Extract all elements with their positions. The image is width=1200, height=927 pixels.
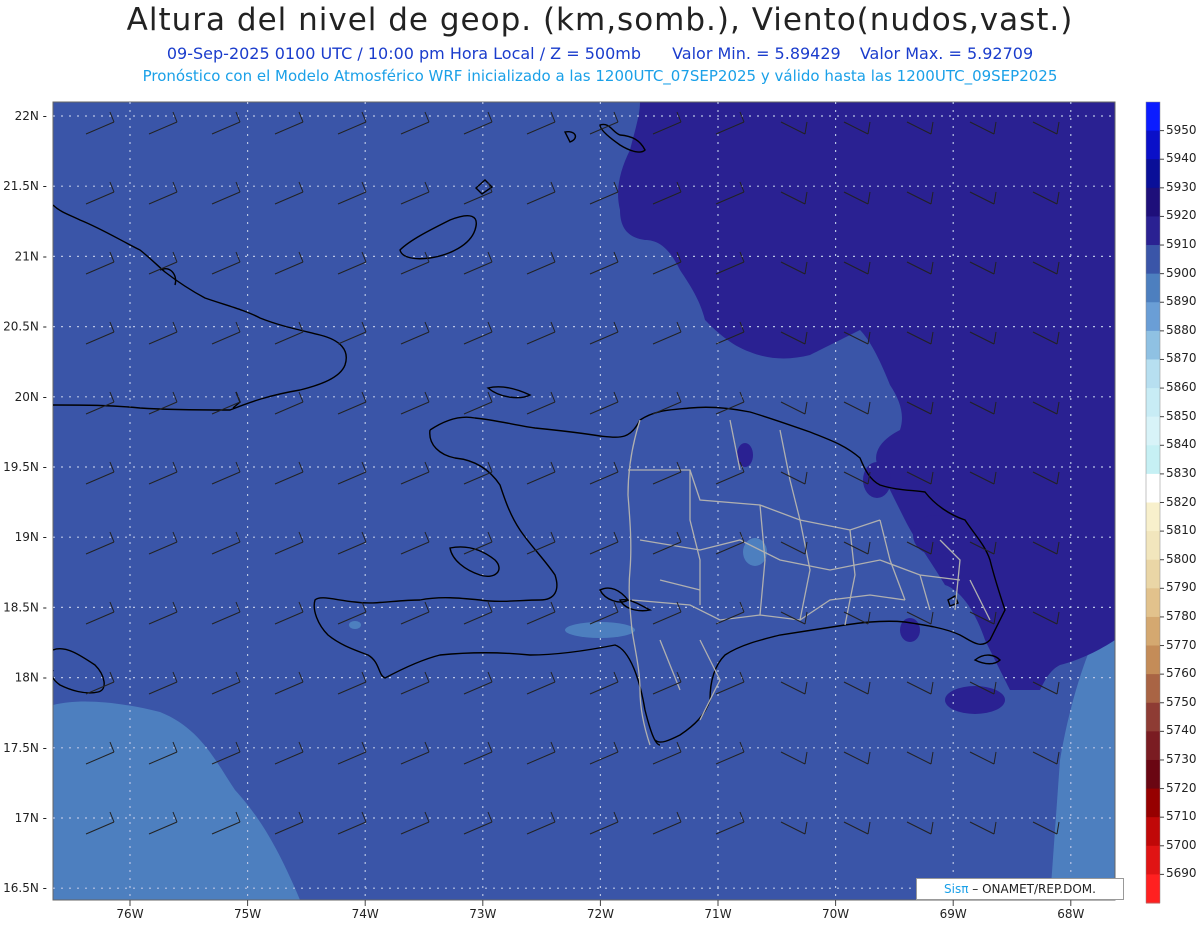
colorbar-swatch (1146, 616, 1160, 647)
colorbar-swatch (1146, 388, 1160, 418)
lon-label: 73W (469, 907, 496, 921)
field-5910-patch (945, 686, 1005, 714)
colorbar-swatch (1146, 245, 1160, 275)
colorbar-label: 5720 (1166, 780, 1197, 795)
lat-label: 19.5N - (3, 460, 47, 474)
colorbar-label: 5910 (1166, 237, 1197, 252)
colorbar-label: 5730 (1166, 751, 1197, 766)
colorbar-label: 5710 (1166, 809, 1197, 824)
colorbar-label: 5780 (1166, 608, 1197, 623)
colorbar-label: 5700 (1166, 837, 1197, 852)
lat-label: 18.5N - (3, 600, 47, 614)
lat-label: 20N - (15, 390, 47, 404)
colorbar-label: 5790 (1166, 580, 1197, 595)
lon-label: 75W (234, 907, 261, 921)
lat-label: 20.5N - (3, 320, 47, 334)
colorbar (1145, 101, 1164, 904)
colorbar-swatch (1146, 845, 1160, 875)
colorbar-swatch (1146, 874, 1160, 904)
colorbar-swatch (1146, 759, 1160, 790)
colorbar-label: 5690 (1166, 866, 1197, 881)
field-5890-patch (349, 621, 361, 629)
colorbar-label: 5750 (1166, 694, 1197, 709)
colorbar-label: 5880 (1166, 322, 1197, 337)
colorbar-swatch (1146, 473, 1160, 503)
colorbar-label: 5800 (1166, 551, 1197, 566)
lon-label: 76W (116, 907, 143, 921)
colorbar-swatch (1146, 731, 1160, 761)
forecast-map: 22N - 21.5N - 21N - 20.5N - 20N - 19.5N - 19N … (3, 101, 1164, 921)
colorbar-swatch (1146, 302, 1160, 332)
colorbar-label: 5890 (1166, 294, 1197, 309)
lat-label: 22N - (15, 109, 47, 123)
colorbar-swatch (1146, 216, 1160, 246)
colorbar-label: 5870 (1166, 351, 1197, 366)
lat-label: 18N - (15, 671, 47, 685)
sis-logo-text: Sisπ (944, 882, 969, 896)
colorbar-swatch (1146, 359, 1160, 389)
colorbar-label: 5740 (1166, 723, 1197, 738)
colorbar-swatch (1146, 702, 1160, 732)
colorbar-swatch (1146, 273, 1160, 303)
longitude-labels: 76W 75W 74W 73W 72W 71W 70W 69W 68W (116, 900, 1084, 921)
colorbar-swatch (1146, 788, 1160, 818)
lon-label: 69W (940, 907, 967, 921)
credit-box: Sisπ – ONAMET/REP.DOM. (916, 878, 1124, 900)
colorbar-label: 5850 (1166, 408, 1197, 423)
colorbar-label: 5760 (1166, 666, 1197, 681)
colorbar-label: 5920 (1166, 208, 1197, 223)
colorbar-label: 5940 (1166, 151, 1197, 166)
credit-org: – ONAMET/REP.DOM. (972, 882, 1096, 896)
colorbar-swatch (1146, 588, 1160, 618)
colorbar-label: 5810 (1166, 523, 1197, 538)
colorbar-swatch (1146, 102, 1160, 132)
field-5910-patch (913, 515, 957, 555)
lat-label: 21.5N - (3, 179, 47, 193)
colorbar-swatch (1146, 130, 1160, 160)
colorbar-label: 5860 (1166, 380, 1197, 395)
colorbar-swatch (1146, 502, 1160, 532)
colorbar-label: 5900 (1166, 265, 1197, 280)
lat-label: 17.5N - (3, 741, 47, 755)
lon-label: 72W (587, 907, 614, 921)
colorbar-swatch (1146, 159, 1160, 189)
lon-label: 68W (1057, 907, 1084, 921)
lat-label: 16.5N - (3, 881, 47, 895)
lat-label: 21N - (15, 249, 47, 263)
colorbar-label: 5830 (1166, 465, 1197, 480)
lon-label: 70W (822, 907, 849, 921)
colorbar-swatch (1146, 445, 1160, 475)
colorbar-label: 5840 (1166, 437, 1197, 452)
field-5910-patch (737, 443, 753, 467)
latitude-labels: 22N - 21.5N - 21N - 20.5N - 20N - 19.5N - 19N … (3, 109, 47, 895)
colorbar-swatch (1146, 674, 1160, 704)
colorbar-swatch (1146, 645, 1160, 675)
colorbar-swatch (1146, 187, 1160, 217)
colorbar-label: 5770 (1166, 637, 1197, 652)
colorbar-swatch (1146, 817, 1160, 847)
colorbar-swatch (1146, 416, 1160, 446)
lat-label: 17N - (15, 811, 47, 825)
colorbar-label: 5930 (1166, 179, 1197, 194)
colorbar-swatch (1146, 330, 1160, 360)
lon-label: 74W (352, 907, 379, 921)
colorbar-swatch (1146, 559, 1160, 589)
lat-label: 19N - (15, 530, 47, 544)
lon-label: 71W (704, 907, 731, 921)
colorbar-label: 5950 (1166, 122, 1197, 137)
colorbar-swatch (1146, 531, 1160, 561)
colorbar-label: 5820 (1166, 494, 1197, 509)
